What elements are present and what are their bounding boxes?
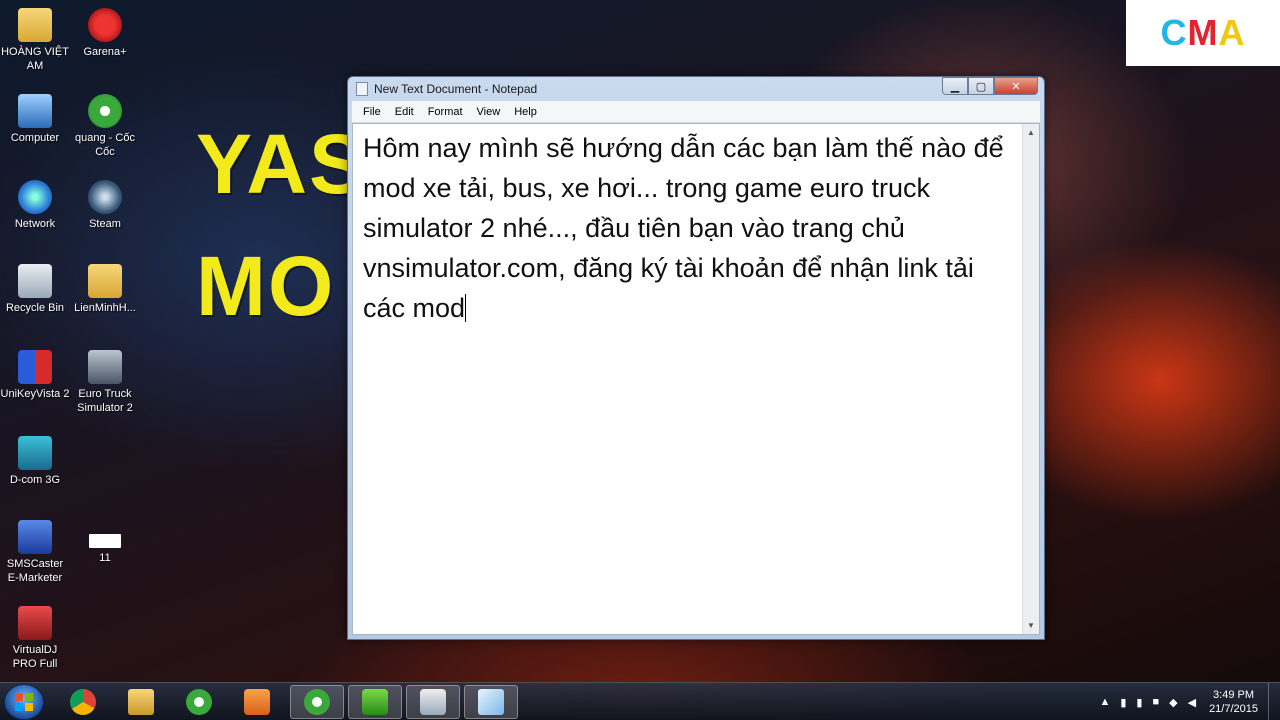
folder-icon [88,264,122,298]
desktop-icon-label: D-com 3G [9,474,61,486]
volume-icon[interactable]: ◀ [1188,696,1196,709]
desktop-icon-steam[interactable]: Steam [70,180,140,231]
desktop-icon-label: 11 [99,552,111,564]
logo-letter-m: M [1187,12,1219,53]
desktop-icon-label: Network [14,218,56,230]
tray-expand-arrow-icon[interactable]: ▲ [1099,696,1110,708]
desktop-icon-coccoc[interactable]: quang - Cốc Cốc [70,94,140,159]
desktop-icon-computer[interactable]: Computer [0,94,70,145]
window-controls: ▁ ▢ ✕ [942,77,1038,95]
window-title: New Text Document - Notepad [374,82,538,96]
virtualdj-icon [18,606,52,640]
wallpaper-text-mo: MO [196,239,336,333]
menu-bar: File Edit Format View Help [352,101,1040,123]
camtasia-recorder-icon [420,689,446,715]
desktop-icon-label: SMSCaster E-Marketer [6,558,64,584]
desktop-icon-label: LienMinhH... [74,302,136,314]
clock-date: 21/7/2015 [1209,703,1258,715]
menu-view[interactable]: View [470,106,508,118]
network-icon [18,180,52,214]
minimize-button[interactable]: ▁ [942,77,968,95]
chrome-icon [70,689,96,715]
coccoc-icon [88,94,122,128]
menu-help[interactable]: Help [507,106,544,118]
desktop-icon-euro-truck[interactable]: Euro Truck Simulator 2 [70,350,140,415]
garena-icon [88,8,122,42]
desktop-icon-11[interactable]: 11 [70,534,140,565]
cma-file-icon [89,534,121,548]
desktop-icon-hoang-viet-am[interactable]: HOÀNG VIỆT AM [0,8,70,73]
scroll-down-arrow-icon[interactable]: ▼ [1023,617,1039,634]
desktop-icon-recycle-bin[interactable]: Recycle Bin [0,264,70,315]
taskbar-media-player[interactable] [230,685,284,719]
logo-letter-c: C [1160,12,1188,53]
desktop-icon-label: HOÀNG VIỆT AM [1,46,69,72]
taskbar-notepad[interactable] [464,685,518,719]
wallpaper-text-yas: YAS [196,117,368,211]
taskbar-coccoc[interactable] [172,685,226,719]
notepad-titlebar[interactable]: New Text Document - Notepad ▁ ▢ ✕ [348,77,1044,101]
coccoc-icon [186,689,212,715]
desktop-icon-label: Euro Truck Simulator 2 [77,388,133,414]
scroll-up-arrow-icon[interactable]: ▲ [1023,124,1039,141]
taskbar: ▲ ▮ ▮ ■ ◆ ◀ 3:49 PM 21/7/2015 [0,682,1280,720]
desktop-icon-label: Garena+ [83,46,127,58]
folder-icon [18,8,52,42]
desktop-icon-label: Computer [10,132,60,144]
camtasia-icon [362,689,388,715]
truck-icon [88,350,122,384]
show-desktop-button[interactable] [1268,683,1280,720]
steam-icon [88,180,122,214]
system-tray: ▲ ▮ ▮ ■ ◆ ◀ 3:49 PM 21/7/2015 [1094,683,1280,720]
clock[interactable]: 3:49 PM 21/7/2015 [1209,688,1258,716]
vertical-scrollbar[interactable]: ▲ ▼ [1022,124,1039,634]
desktop-icon-garena[interactable]: Garena+ [70,8,140,59]
media-player-icon [244,689,270,715]
clock-time: 3:49 PM [1213,689,1255,701]
desktop-icon-label: Recycle Bin [5,302,65,314]
menu-format[interactable]: Format [421,106,470,118]
maximize-button[interactable]: ▢ [968,77,994,95]
text-editor[interactable]: Hôm nay mình sẽ hướng dẫn các bạn làm th… [352,123,1040,635]
windows-logo-icon [15,693,33,711]
desktop-icon-smscaster[interactable]: SMSCaster E-Marketer [0,520,70,585]
taskbar-chrome[interactable] [56,685,110,719]
desktop-icon-unikey[interactable]: UniKeyVista 2 [0,350,70,401]
desktop-icon-label: VirtualDJ PRO Full [12,644,58,670]
logo-letter-a: A [1218,12,1246,53]
cma-logo: CMA [1126,0,1280,66]
notepad-window[interactable]: New Text Document - Notepad ▁ ▢ ✕ File E… [347,76,1045,640]
desktop-icon-label: UniKeyVista 2 [0,388,70,400]
notepad-icon [356,82,368,96]
menu-file[interactable]: File [356,106,388,118]
desktop-icon-label: Steam [89,218,121,230]
desktop-icon-virtualdj[interactable]: VirtualDJ PRO Full [0,606,70,671]
notepad-icon [478,689,504,715]
close-button[interactable]: ✕ [994,77,1038,95]
editor-text[interactable]: Hôm nay mình sẽ hướng dẫn các bạn làm th… [363,128,1015,328]
unikey-tray-icon[interactable]: ■ [1152,696,1159,708]
smscaster-icon [18,520,52,554]
signal-icon[interactable]: ▮ [1120,696,1126,709]
network-tray-icon[interactable]: ▮ [1136,696,1142,709]
taskbar-camtasia[interactable] [348,685,402,719]
dcom-icon [18,436,52,470]
desktop-icon-lienminh[interactable]: LienMinhH... [70,264,140,315]
start-button[interactable] [4,684,44,720]
menu-edit[interactable]: Edit [388,106,421,118]
unikey-icon [18,350,52,384]
desktop-icon-label: quang - Cốc Cốc [75,132,135,158]
taskbar-coccoc-active[interactable] [290,685,344,719]
taskbar-explorer[interactable] [114,685,168,719]
explorer-folder-icon [128,689,154,715]
sync-tray-icon[interactable]: ◆ [1169,696,1177,709]
text-caret [465,294,467,322]
desktop-icon-dcom[interactable]: D-com 3G [0,436,70,487]
coccoc-icon [304,689,330,715]
recycle-bin-icon [18,264,52,298]
desktop-icon-network[interactable]: Network [0,180,70,231]
computer-icon [18,94,52,128]
taskbar-camtasia-recorder[interactable] [406,685,460,719]
document-content: Hôm nay mình sẽ hướng dẫn các bạn làm th… [363,133,1012,323]
